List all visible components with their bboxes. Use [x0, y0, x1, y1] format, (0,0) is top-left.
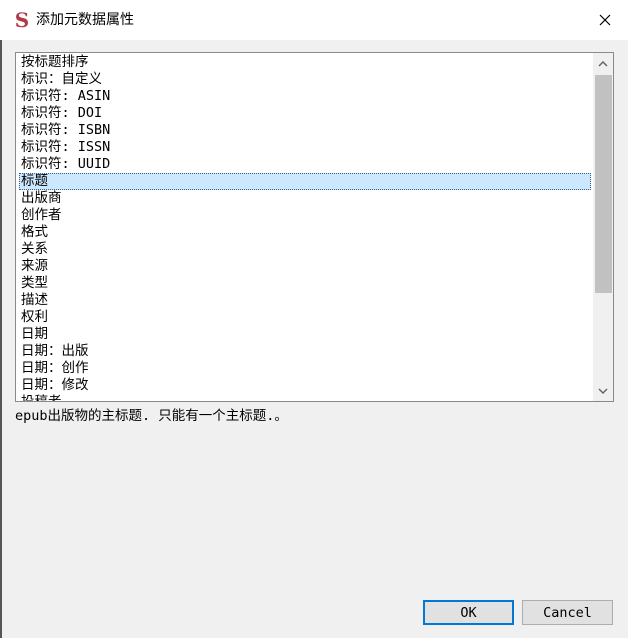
- calibre-s-icon: S: [14, 8, 30, 32]
- vertical-scrollbar[interactable]: [593, 53, 613, 401]
- list-item[interactable]: 出版商: [19, 190, 591, 207]
- ok-button[interactable]: OK: [423, 600, 514, 625]
- list-items: 按标题排序 标识：自定义 标识符: ASIN 标识符: DOI 标识符: ISBN 标识符…: [16, 53, 594, 401]
- background-window-edge: [0, 40, 2, 638]
- list-item[interactable]: 来源: [19, 258, 591, 275]
- list-item[interactable]: 格式: [19, 224, 591, 241]
- list-item[interactable]: 创作者: [19, 207, 591, 224]
- metadata-property-list[interactable]: 按标题排序 标识：自定义 标识符: ASIN 标识符: DOI 标识符: ISBN 标识符…: [15, 52, 614, 402]
- list-item[interactable]: 关系: [19, 241, 591, 258]
- list-item[interactable]: 日期：创作: [19, 360, 591, 377]
- cancel-button[interactable]: Cancel: [522, 600, 613, 625]
- list-item[interactable]: 标识：自定义: [19, 71, 591, 88]
- close-button[interactable]: [582, 0, 628, 40]
- list-item[interactable]: 标识符: ASIN: [19, 88, 591, 105]
- scroll-down-button[interactable]: [593, 381, 613, 401]
- list-item[interactable]: 日期: [19, 326, 591, 343]
- property-description: epub出版物的主标题. 只能有一个主标题.。: [15, 408, 288, 424]
- scroll-thumb[interactable]: [595, 75, 612, 293]
- title-bar[interactable]: S 添加元数据属性: [0, 0, 628, 40]
- list-item[interactable]: 标识符: DOI: [19, 105, 591, 122]
- list-item[interactable]: 描述: [19, 292, 591, 309]
- close-icon: [599, 14, 611, 26]
- scroll-up-button[interactable]: [593, 53, 613, 73]
- list-item[interactable]: 投稿者: [19, 394, 591, 401]
- list-item[interactable]: 日期：出版: [19, 343, 591, 360]
- chevron-down-icon: [598, 388, 608, 394]
- list-item[interactable]: 标识符: ISSN: [19, 139, 591, 156]
- list-item[interactable]: 类型: [19, 275, 591, 292]
- list-item[interactable]: 按标题排序: [19, 54, 591, 71]
- chevron-up-icon: [598, 60, 608, 66]
- list-item[interactable]: 标识符: UUID: [19, 156, 591, 173]
- dialog-title: 添加元数据属性: [36, 12, 134, 28]
- list-item[interactable]: 权利: [19, 309, 591, 326]
- add-metadata-dialog: S 添加元数据属性 按标题排序 标识：自定义 标识符: ASIN 标识符: DOI 标识…: [0, 0, 628, 638]
- list-item[interactable]: 标题: [19, 173, 591, 190]
- list-item[interactable]: 标识符: ISBN: [19, 122, 591, 139]
- list-item[interactable]: 日期：修改: [19, 377, 591, 394]
